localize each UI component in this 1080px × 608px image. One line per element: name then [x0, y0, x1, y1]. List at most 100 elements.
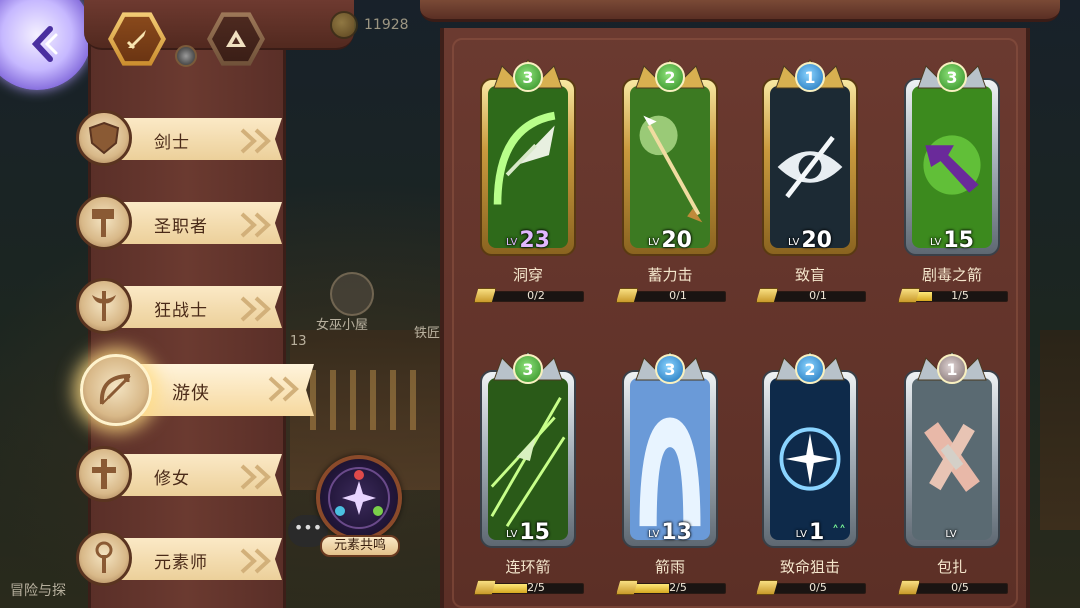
- skill-level: LV20: [768, 228, 852, 253]
- upgrade-chevron-icon: ˄˄: [832, 524, 846, 540]
- skill-level: LV20: [628, 228, 712, 253]
- skill-progress: 0/1: [616, 288, 728, 304]
- class-item-cleric[interactable]: 圣职者: [76, 194, 284, 250]
- skill-name: 包扎: [936, 558, 967, 576]
- skill-progress: 0/5: [756, 580, 868, 596]
- skill-art-bandage-icon: [912, 378, 992, 540]
- skill-level-prefix: LV: [506, 237, 518, 248]
- skill-progress: 2/5: [474, 580, 586, 596]
- skill-art-arrowhead-swirl-icon: [488, 86, 568, 248]
- skill-level-prefix: LV: [945, 529, 957, 540]
- skill-name: 剧毒之箭: [921, 266, 982, 284]
- coin-icon: [330, 11, 358, 39]
- bow-icon: [80, 354, 152, 426]
- skill-art-poison-arrow-icon: [912, 86, 992, 248]
- skill-level: LV15: [486, 520, 570, 545]
- board-header: [420, 0, 1060, 22]
- skill-progress: 1/5: [898, 288, 1010, 304]
- class-label: 游侠: [172, 383, 210, 404]
- class-label: 修女: [154, 469, 190, 489]
- skill-card[interactable]: 1 LV20 致盲 0/1: [748, 52, 872, 304]
- class-item-swordsman[interactable]: 剑士: [76, 110, 284, 166]
- skill-art-chain-arrows-icon: [488, 378, 568, 540]
- skill-tier-badge: 2: [795, 354, 825, 384]
- skill-art-crosshair-star-icon: [770, 378, 850, 540]
- double-chevron-icon: [240, 548, 271, 574]
- coin-value: 11928: [364, 17, 409, 33]
- double-chevron-icon: [268, 376, 299, 402]
- class-item-berserker[interactable]: 狂战士: [76, 278, 284, 334]
- class-item-nun[interactable]: 修女: [76, 446, 284, 502]
- partial-number-label: 13: [290, 334, 307, 349]
- shield-icon: [76, 110, 132, 166]
- progress-text: 0/1: [809, 289, 827, 302]
- skill-card[interactable]: 3 LV15 连环箭 2/5: [466, 344, 590, 596]
- skill-level-prefix: LV: [506, 529, 518, 540]
- skill-level-value: 20: [801, 228, 832, 253]
- skill-tier-badge: 3: [513, 354, 543, 384]
- class-label: 圣职者: [154, 217, 208, 237]
- skill-level: LV13: [628, 520, 712, 545]
- skill-level: LV: [910, 520, 994, 545]
- skills-tab-button[interactable]: [106, 8, 168, 70]
- skill-card[interactable]: 3 LV15 剧毒之箭 1/5: [890, 52, 1014, 304]
- progress-text: 0/5: [951, 581, 969, 594]
- tab-separator-dot: [175, 45, 197, 67]
- skill-level-prefix: LV: [648, 529, 660, 540]
- cross-icon: [76, 446, 132, 502]
- skill-level-prefix: LV: [930, 237, 942, 248]
- currency-display: 11928: [330, 10, 409, 40]
- skill-card[interactable]: 1 LV 包扎 0/5: [890, 344, 1014, 596]
- skill-level: LV15: [910, 228, 994, 253]
- skill-level: LV23: [486, 228, 570, 253]
- double-chevron-icon: [240, 212, 271, 238]
- skill-card[interactable]: 2 LV20 蓄力击 0/1: [608, 52, 732, 304]
- skill-progress: 0/2: [474, 288, 586, 304]
- progress-text: 0/1: [669, 289, 687, 302]
- skill-tier-badge: 3: [937, 62, 967, 92]
- progress-text: 2/5: [527, 581, 545, 594]
- skill-art-charged-arrow-icon: [630, 86, 710, 248]
- skill-name: 箭雨: [654, 558, 685, 576]
- double-chevron-icon: [240, 296, 271, 322]
- hammer-icon: [76, 194, 132, 250]
- skill-tier-badge: 1: [795, 62, 825, 92]
- skill-level-value: 13: [661, 520, 692, 545]
- witch-hut-icon: [330, 272, 374, 316]
- skill-level-prefix: LV: [795, 529, 807, 540]
- element-resonance-button[interactable]: 元素共鸣: [316, 455, 402, 565]
- sword-icon: [126, 30, 146, 50]
- skill-tier-badge: 3: [655, 354, 685, 384]
- skill-progress: 2/5: [616, 580, 728, 596]
- skill-name: 致盲: [794, 266, 825, 284]
- class-item-ranger[interactable]: 游侠: [76, 354, 314, 426]
- double-chevron-icon: [240, 128, 271, 154]
- skill-level-prefix: LV: [788, 237, 800, 248]
- progress-text: 2/5: [669, 581, 687, 594]
- skill-name: 蓄力击: [647, 266, 693, 284]
- skill-card[interactable]: 3 LV13 箭雨 2/5: [608, 344, 732, 596]
- skill-name: 致命狙击: [779, 558, 840, 576]
- skill-name: 连环箭: [505, 558, 551, 576]
- skill-level-value: 1: [809, 520, 825, 545]
- smith-label-partial: 铁匠: [414, 326, 441, 341]
- skill-progress: 0/5: [898, 580, 1010, 596]
- skill-level-prefix: LV: [648, 237, 660, 248]
- background-city: [1040, 330, 1080, 530]
- skill-art-slashed-eye-icon: [770, 86, 850, 248]
- triangle-icon: [226, 30, 246, 47]
- double-chevron-icon: [240, 464, 271, 490]
- class-label: 狂战士: [154, 301, 208, 321]
- skill-card[interactable]: 2 LV1 致命狙击 0/5 ˄˄: [748, 344, 872, 596]
- talent-tab-button[interactable]: [205, 8, 267, 70]
- resonance-label: 元素共鸣: [320, 535, 400, 557]
- skill-card[interactable]: 3 LV23 洞穿 0/2: [466, 52, 590, 304]
- class-label: 元素师: [154, 553, 208, 573]
- class-item-elementalist[interactable]: 元素师: [76, 530, 284, 586]
- skill-level-value: 20: [661, 228, 692, 253]
- adventure-label-partial: 冒险与探: [10, 583, 66, 599]
- class-label: 剑士: [154, 133, 190, 153]
- skill-tier-badge: 2: [655, 62, 685, 92]
- axe-icon: [76, 278, 132, 334]
- progress-text: 0/2: [527, 289, 545, 302]
